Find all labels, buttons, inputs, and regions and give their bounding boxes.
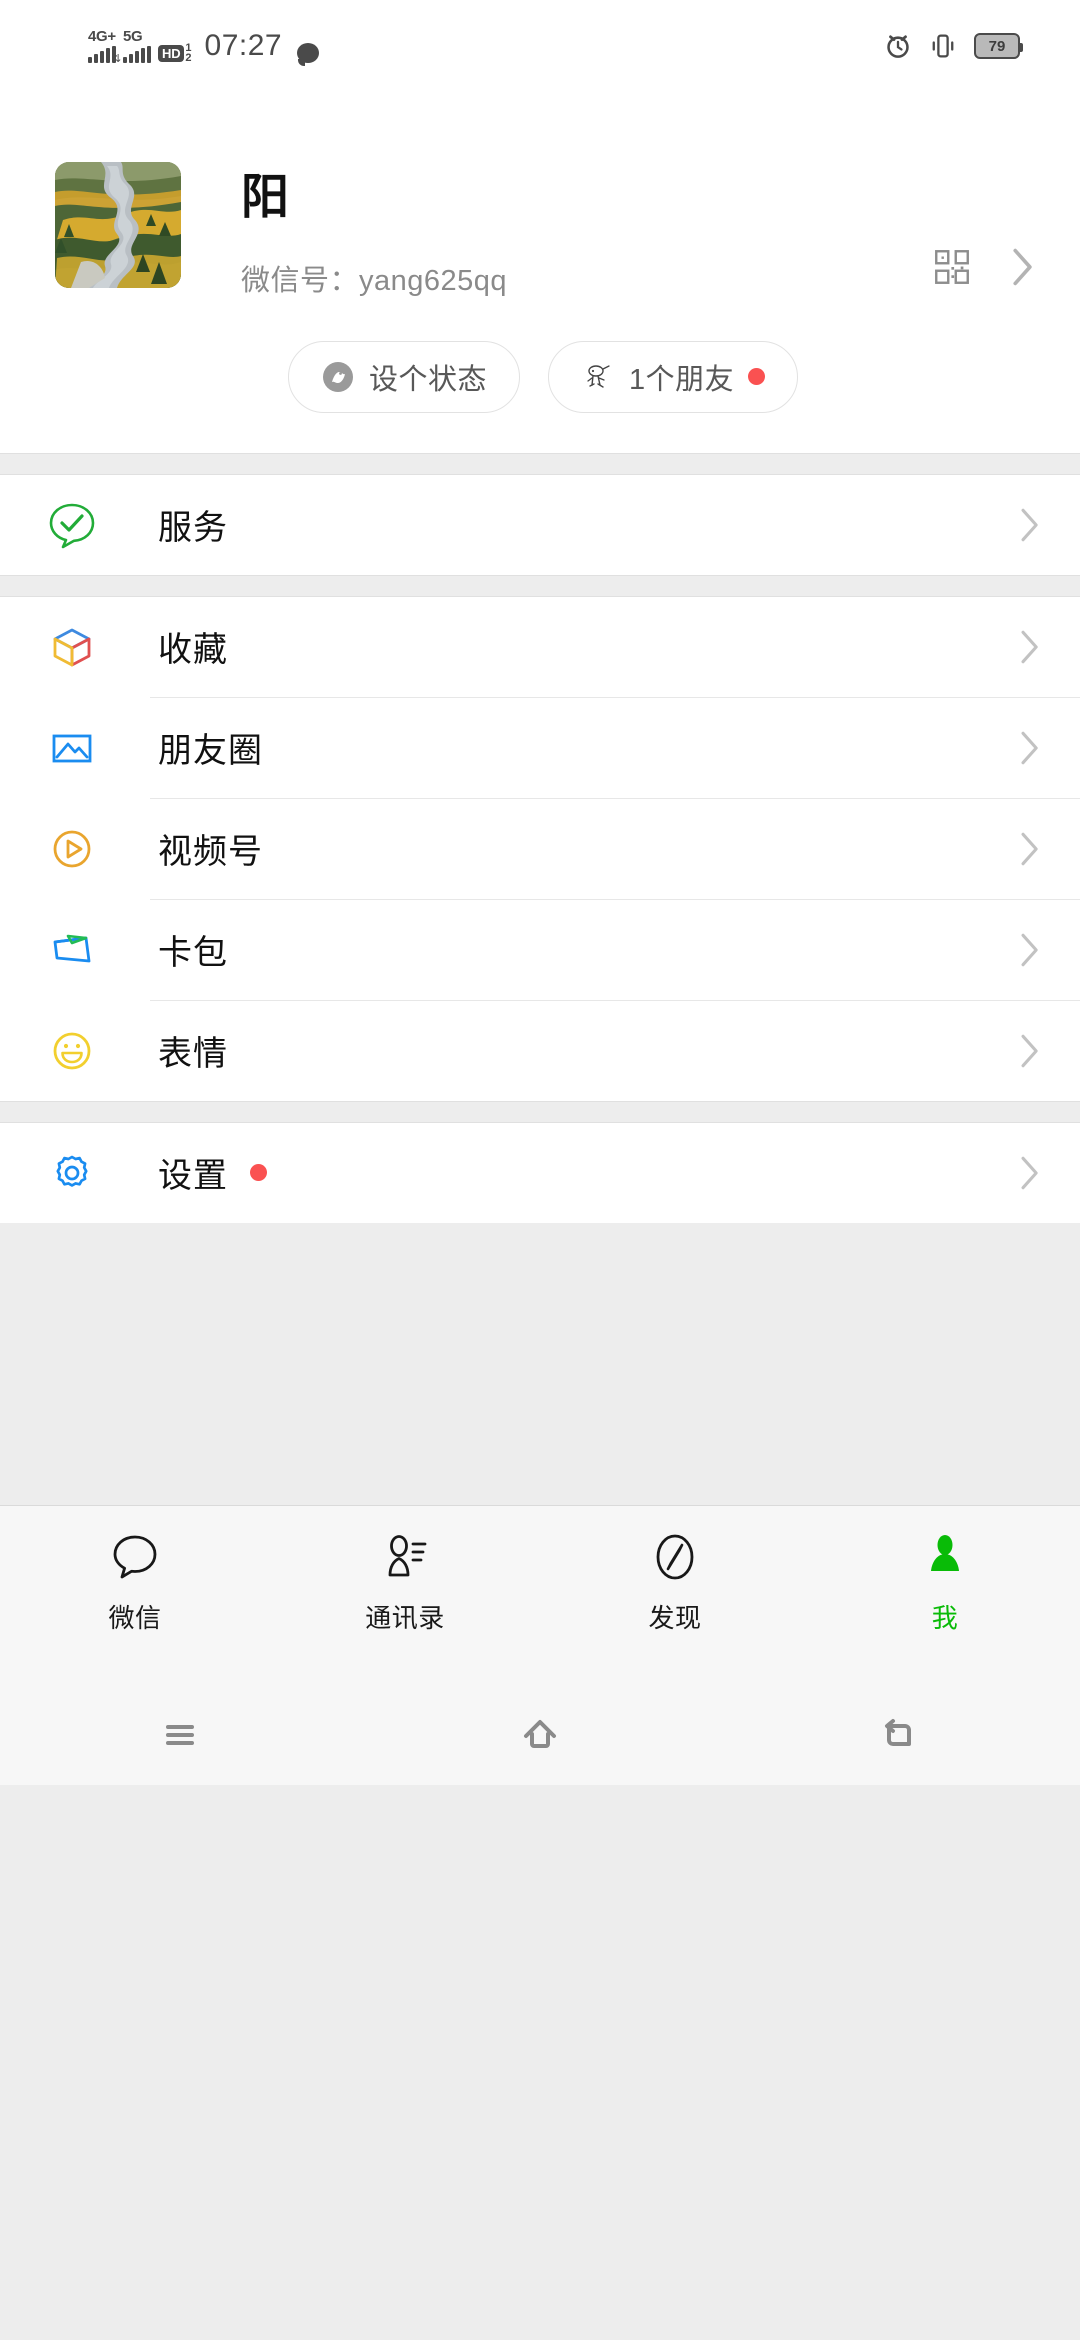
status-bar-left: 4G+ 5G ⇅ HD 1 2 07:27 <box>88 28 320 66</box>
tab-wechat[interactable]: 微信 <box>0 1528 270 1635</box>
tab-me-label: 我 <box>931 1602 959 1633</box>
data-arrows-icon: ⇅ <box>112 53 122 65</box>
chevron-right-icon <box>1021 1156 1038 1189</box>
status-bar: 4G+ 5G ⇅ HD 1 2 07:27 79 <box>0 0 1080 92</box>
row-cards-label: 卡包 <box>158 934 228 973</box>
profile-section[interactable]: 阳 微信号：yang625qq 设个状态 1个朋友 <box>0 92 1080 453</box>
profile-text: 阳 微信号：yang625qq <box>241 162 934 299</box>
page-title: 阳 <box>241 171 291 224</box>
hd-volte-icon: HD 1 2 <box>158 43 192 64</box>
message-bubble-icon <box>297 43 320 66</box>
avatar-image <box>55 162 181 288</box>
row-favorites-label: 收藏 <box>158 631 228 670</box>
friends-chip[interactable]: 1个朋友 <box>548 340 799 413</box>
chevron-right-icon <box>1021 832 1038 865</box>
status-bar-right: 79 <box>884 31 1023 61</box>
settings-badge <box>250 1164 267 1182</box>
contacts-icon <box>377 1528 433 1586</box>
list-group-services: 服务 <box>0 474 1080 575</box>
android-nav-bar[interactable] <box>0 1684 1080 1785</box>
settings-gear-icon <box>46 1147 98 1199</box>
moments-photo-icon <box>46 722 98 774</box>
tab-me[interactable]: 我 <box>810 1528 1080 1635</box>
row-moments-label: 朋友圈 <box>158 732 263 771</box>
tab-discover[interactable]: 发现 <box>540 1528 810 1635</box>
discover-compass-icon <box>647 1528 703 1586</box>
battery-icon: 79 <box>974 33 1023 59</box>
section-gap-3 <box>0 1100 1080 1123</box>
chevron-right-icon[interactable] <box>1012 248 1034 286</box>
signal-5g-icon: 5G ⇅ <box>112 28 151 65</box>
signal-bars-2 <box>123 46 151 63</box>
page-filler <box>0 1222 1080 1505</box>
hd-sim-indices: 1 2 <box>185 43 192 64</box>
status-chip[interactable]: 设个状态 <box>288 340 521 413</box>
list-group-settings: 设置 <box>0 1122 1080 1223</box>
tab-wechat-label: 微信 <box>108 1602 162 1633</box>
chat-bubble-icon <box>107 1528 163 1586</box>
channels-play-icon <box>46 823 98 875</box>
signal-4g-plus-label: 4G+ <box>88 28 116 45</box>
list-group-main: 收藏 朋友圈 视频号 卡包 表情 <box>0 596 1080 1101</box>
avatar[interactable] <box>55 162 181 288</box>
nav-back-button[interactable] <box>720 1710 1080 1760</box>
row-channels-label: 视频号 <box>158 833 263 872</box>
alarm-clock-icon <box>887 35 909 58</box>
signal-5g-label: 5G <box>123 28 143 45</box>
row-settings[interactable]: 设置 <box>0 1122 1080 1223</box>
qr-code-icon[interactable] <box>934 249 970 285</box>
friend-doodle-icon <box>587 364 610 388</box>
row-services[interactable]: 服务 <box>0 474 1080 575</box>
services-icon <box>46 499 98 551</box>
row-favorites[interactable]: 收藏 <box>0 596 1080 697</box>
row-stickers-label: 表情 <box>158 1035 228 1074</box>
row-channels[interactable]: 视频号 <box>0 798 1080 899</box>
row-cards[interactable]: 卡包 <box>0 899 1080 1000</box>
me-person-icon <box>917 1528 973 1586</box>
bottom-tab-bar[interactable]: 微信 通讯录 发现 我 <box>0 1504 1080 1685</box>
friends-chip-badge <box>748 368 766 386</box>
favorites-cube-icon <box>46 621 98 673</box>
battery-level: 79 <box>988 37 1006 55</box>
section-gap-1 <box>0 452 1080 475</box>
home-icon <box>524 1719 556 1748</box>
row-settings-label: 设置 <box>158 1157 228 1196</box>
wechat-id: 微信号：yang625qq <box>241 264 508 297</box>
hd-label: HD <box>158 44 185 62</box>
row-services-label: 服务 <box>158 509 228 548</box>
back-icon <box>885 1718 911 1746</box>
stickers-smiley-icon <box>46 1025 98 1077</box>
tab-discover-label: 发现 <box>648 1602 702 1633</box>
friends-chip-label: 1个朋友 <box>629 363 735 396</box>
vibrate-icon <box>932 34 954 58</box>
tab-contacts[interactable]: 通讯录 <box>270 1528 540 1635</box>
cards-wallet-icon <box>46 924 98 976</box>
hd-sim-2: 2 <box>185 52 192 64</box>
profile-chips[interactable]: 设个状态 1个朋友 <box>0 340 1080 413</box>
chevron-right-icon <box>1021 508 1038 541</box>
nav-recents-button[interactable] <box>0 1712 360 1758</box>
nav-home-button[interactable] <box>360 1710 720 1760</box>
row-moments[interactable]: 朋友圈 <box>0 697 1080 798</box>
chevron-right-icon <box>1021 731 1038 764</box>
status-chip-label: 设个状态 <box>369 363 488 396</box>
tab-contacts-label: 通讯录 <box>365 1602 445 1633</box>
chevron-right-icon <box>1021 933 1038 966</box>
status-face-icon <box>323 361 353 392</box>
profile-actions[interactable] <box>934 162 1034 286</box>
chevron-right-icon <box>1021 630 1038 663</box>
chevron-right-icon <box>1021 1034 1038 1067</box>
recents-menu-icon <box>166 1724 194 1745</box>
row-stickers[interactable]: 表情 <box>0 1000 1080 1101</box>
profile-header-row[interactable]: 阳 微信号：yang625qq <box>0 162 1080 299</box>
status-bar-clock: 07:27 <box>204 29 283 62</box>
section-gap-2 <box>0 574 1080 597</box>
